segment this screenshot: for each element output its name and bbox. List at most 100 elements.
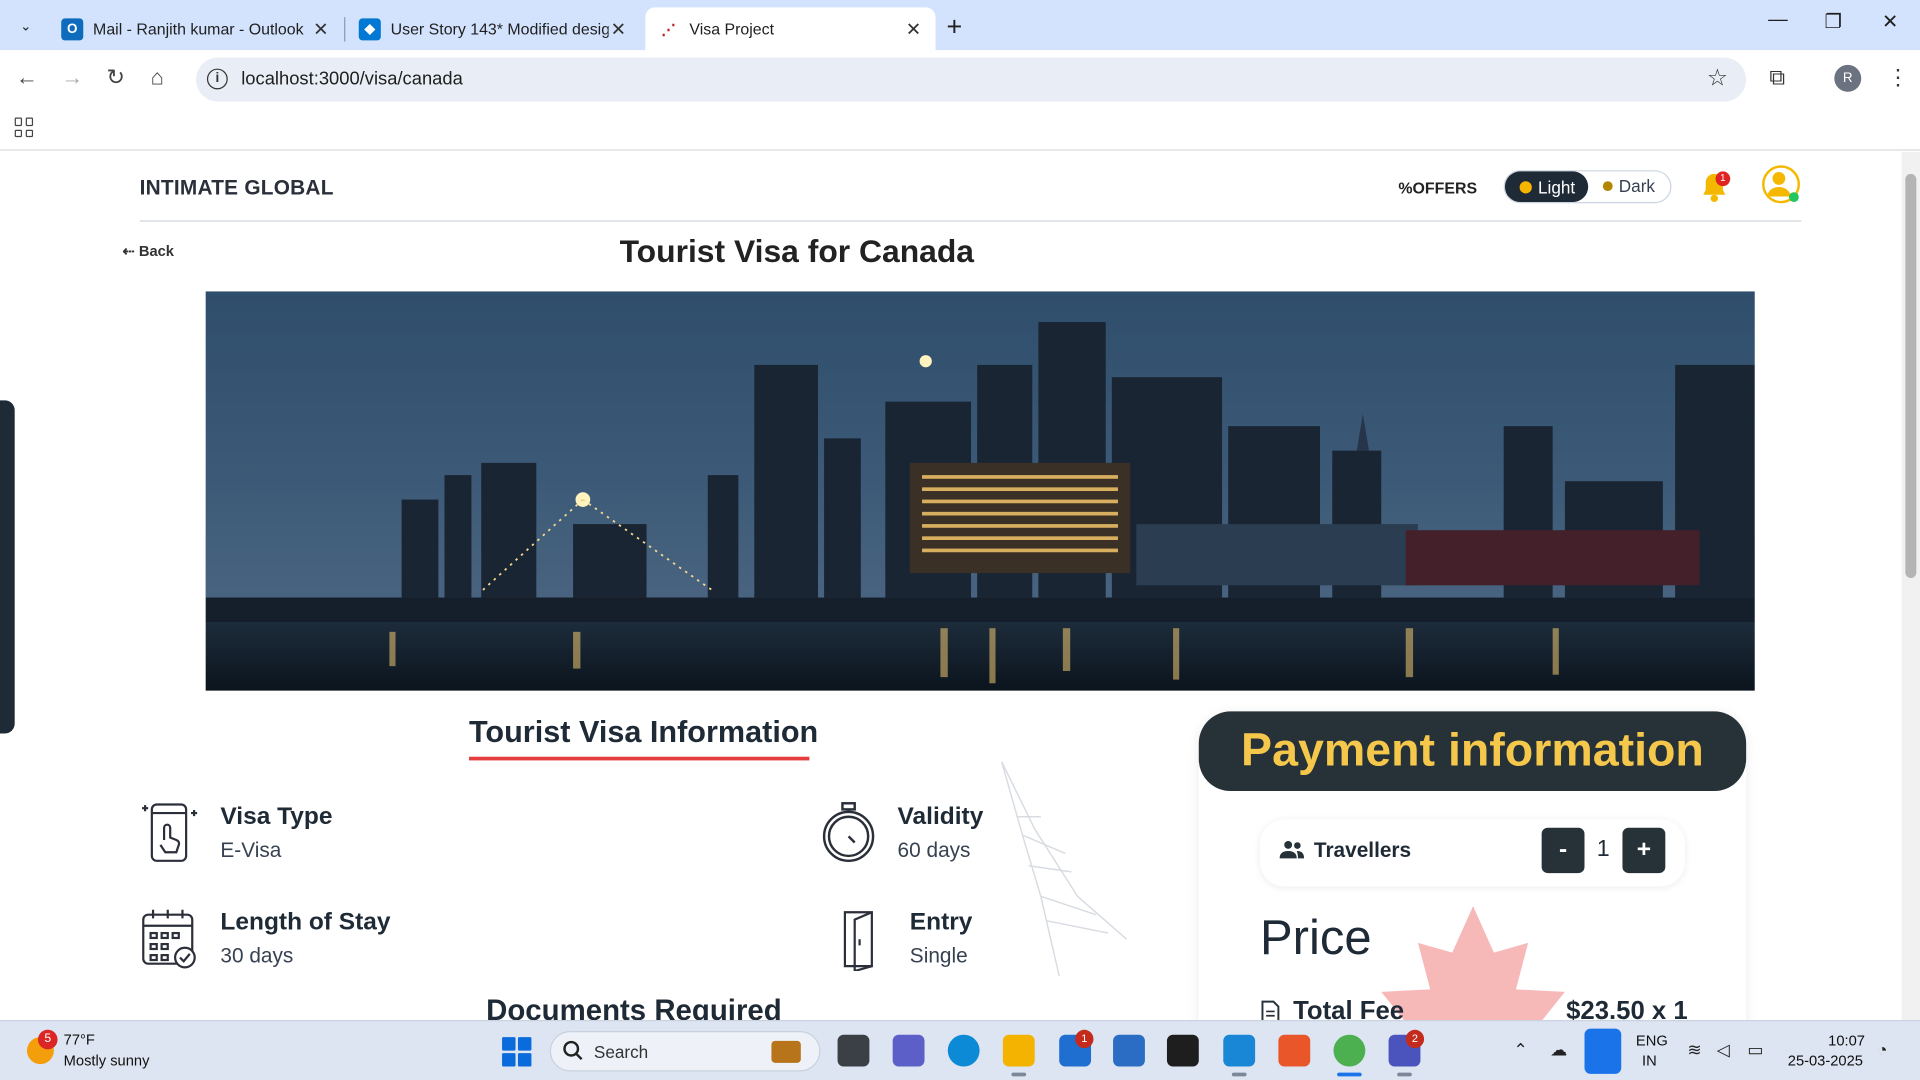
users-icon [1279, 840, 1305, 859]
tab-user-story[interactable]: ◆ User Story 143* Modified desig ✕ [347, 7, 641, 50]
profile-avatar[interactable]: R [1834, 64, 1862, 92]
visa-type-label: Visa Type [220, 803, 333, 831]
header-divider [139, 220, 1802, 222]
close-window-icon[interactable]: ✕ [1882, 10, 1898, 34]
notepad-icon[interactable] [1113, 1034, 1145, 1067]
theme-dark-label: Dark [1618, 176, 1655, 196]
eiffel-tower-icon [1000, 761, 1128, 977]
stay-label: Length of Stay [220, 908, 391, 936]
onedrive-icon[interactable]: ☁ [1550, 1040, 1567, 1061]
theme-toggle[interactable]: Light Dark [1503, 170, 1672, 204]
temperature: 77°F [63, 1031, 95, 1049]
search-placeholder: Search [593, 1042, 649, 1062]
language-line1[interactable]: ENG [1636, 1032, 1668, 1049]
validity-value: 60 days [897, 838, 971, 863]
price-heading: Price [1260, 911, 1372, 965]
windows-taskbar: 5 77°F Mostly sunny Search 1 2 ⌃ ☁ ENG I… [0, 1020, 1920, 1080]
notification-badge: 1 [1715, 171, 1731, 187]
menu-dots-icon[interactable]: ⋮ [1887, 65, 1909, 91]
tab-separator [344, 17, 346, 42]
address-bar[interactable]: i localhost:3000/visa/canada ☆ [195, 57, 1747, 102]
visa-type-value: E-Visa [220, 838, 282, 863]
screen: ⌄ O Mail - Ranjith kumar - Outlook ✕ ◆ U… [0, 0, 1920, 1080]
section-underline [468, 756, 810, 761]
total-fee-value: $23.50 x 1 [1566, 996, 1688, 1021]
theme-light-label: Light [1537, 176, 1576, 197]
clock-time[interactable]: 10:07 [1828, 1032, 1865, 1049]
back-arrow-icon[interactable]: ← [16, 65, 38, 91]
microphone-icon[interactable] [1584, 1028, 1622, 1074]
teams-icon[interactable] [892, 1034, 925, 1067]
reload-icon[interactable]: ↻ [107, 65, 125, 91]
scrollbar-thumb[interactable] [1905, 173, 1917, 578]
app-active-indicator [1337, 1072, 1362, 1077]
taskbar-search[interactable]: Search [549, 1031, 821, 1072]
browser-tab-strip: ⌄ O Mail - Ranjith kumar - Outlook ✕ ◆ U… [0, 0, 1920, 51]
tab-label: Mail - Ranjith kumar - Outlook [93, 19, 304, 38]
increment-travellers-button[interactable]: + [1622, 827, 1666, 874]
visa-project-icon: ⋰ [661, 20, 676, 38]
entry-value: Single [909, 944, 968, 968]
theme-dark-option[interactable]: Dark [1602, 176, 1655, 196]
chrome-icon[interactable] [1333, 1034, 1366, 1067]
minimize-icon[interactable]: — [1768, 10, 1788, 32]
validity-label: Validity [897, 803, 984, 831]
wifi-icon[interactable]: ≋ [1687, 1040, 1701, 1061]
offers-link[interactable]: %OFFERS [1398, 179, 1477, 197]
travellers-row: Travellers - 1 + [1260, 819, 1685, 887]
sun-icon [1519, 180, 1532, 193]
browser-toolbar: ← → ↻ ⌂ i localhost:3000/visa/canada ☆ ⧉… [0, 50, 1920, 109]
search-icon [563, 1040, 583, 1061]
stopwatch-icon [822, 802, 875, 863]
payment-heading: Payment information [1198, 711, 1747, 792]
moon-icon [1602, 181, 1613, 192]
maple-leaf-icon [1381, 906, 1565, 1021]
close-icon[interactable]: ✕ [311, 18, 331, 40]
url-text[interactable]: localhost:3000/visa/canada [241, 69, 463, 90]
decrement-travellers-button[interactable]: - [1541, 827, 1585, 874]
travellers-label: Travellers [1313, 838, 1412, 863]
weather-description: Mostly sunny [63, 1051, 150, 1069]
calendar-check-icon [142, 909, 196, 969]
notifications-icon[interactable]: ◔ [1877, 1040, 1887, 1060]
tab-outlook[interactable]: O Mail - Ranjith kumar - Outlook ✕ [49, 7, 343, 50]
vscode-icon[interactable] [1223, 1034, 1256, 1067]
forward-arrow-icon[interactable]: → [61, 65, 83, 91]
file-explorer-icon[interactable] [1002, 1034, 1035, 1067]
show-hidden-icons-icon[interactable]: ⌃ [1513, 1040, 1527, 1061]
battery-icon[interactable]: ▭ [1747, 1040, 1763, 1061]
extensions-icon[interactable]: ⧉ [1769, 65, 1785, 91]
theme-light-option[interactable]: Light [1504, 171, 1589, 203]
web-page: INTIMATE GLOBAL %OFFERS Light Dark 1 ⇠ B… [0, 151, 1902, 1021]
clock-date[interactable]: 25-03-2025 [1788, 1052, 1863, 1069]
task-view-icon[interactable] [837, 1034, 870, 1067]
section-title: Tourist Visa Information [468, 715, 819, 750]
tab-visa-project[interactable]: ⋰ Visa Project ✕ [645, 7, 936, 51]
side-drawer-handle[interactable] [0, 400, 15, 734]
outlook-icon: O [61, 17, 84, 40]
close-icon[interactable]: ✕ [609, 18, 629, 40]
apps-grid-icon[interactable] [14, 117, 35, 138]
language-line2[interactable]: IN [1642, 1052, 1657, 1069]
restore-icon[interactable]: ❐ [1825, 10, 1843, 34]
windows-start-icon[interactable] [502, 1037, 532, 1067]
terminal-icon[interactable] [1166, 1034, 1199, 1067]
home-icon[interactable]: ⌂ [151, 65, 164, 91]
brand-logo[interactable]: INTIMATE GLOBAL [140, 176, 334, 200]
site-info-icon[interactable]: i [206, 68, 228, 90]
new-tab-button[interactable]: + [947, 11, 963, 43]
weather-badge: 5 [37, 1029, 58, 1050]
back-link[interactable]: ⇠ Back [122, 242, 174, 259]
search-tabs-icon[interactable]: ⌄ [10, 10, 42, 42]
page-scrollbar[interactable] [1901, 151, 1920, 1021]
close-icon[interactable]: ✕ [904, 18, 924, 40]
volume-icon[interactable]: ◁ [1717, 1040, 1730, 1061]
total-fee-label: Total Fee [1293, 996, 1405, 1021]
app-running-indicator [1011, 1072, 1027, 1077]
phone-touch-icon [142, 803, 198, 862]
stay-value: 30 days [220, 944, 294, 968]
document-icon [1261, 1000, 1280, 1021]
edge-icon[interactable] [947, 1034, 980, 1067]
brave-icon[interactable] [1278, 1034, 1311, 1067]
bookmark-star-icon[interactable]: ☆ [1707, 65, 1728, 93]
